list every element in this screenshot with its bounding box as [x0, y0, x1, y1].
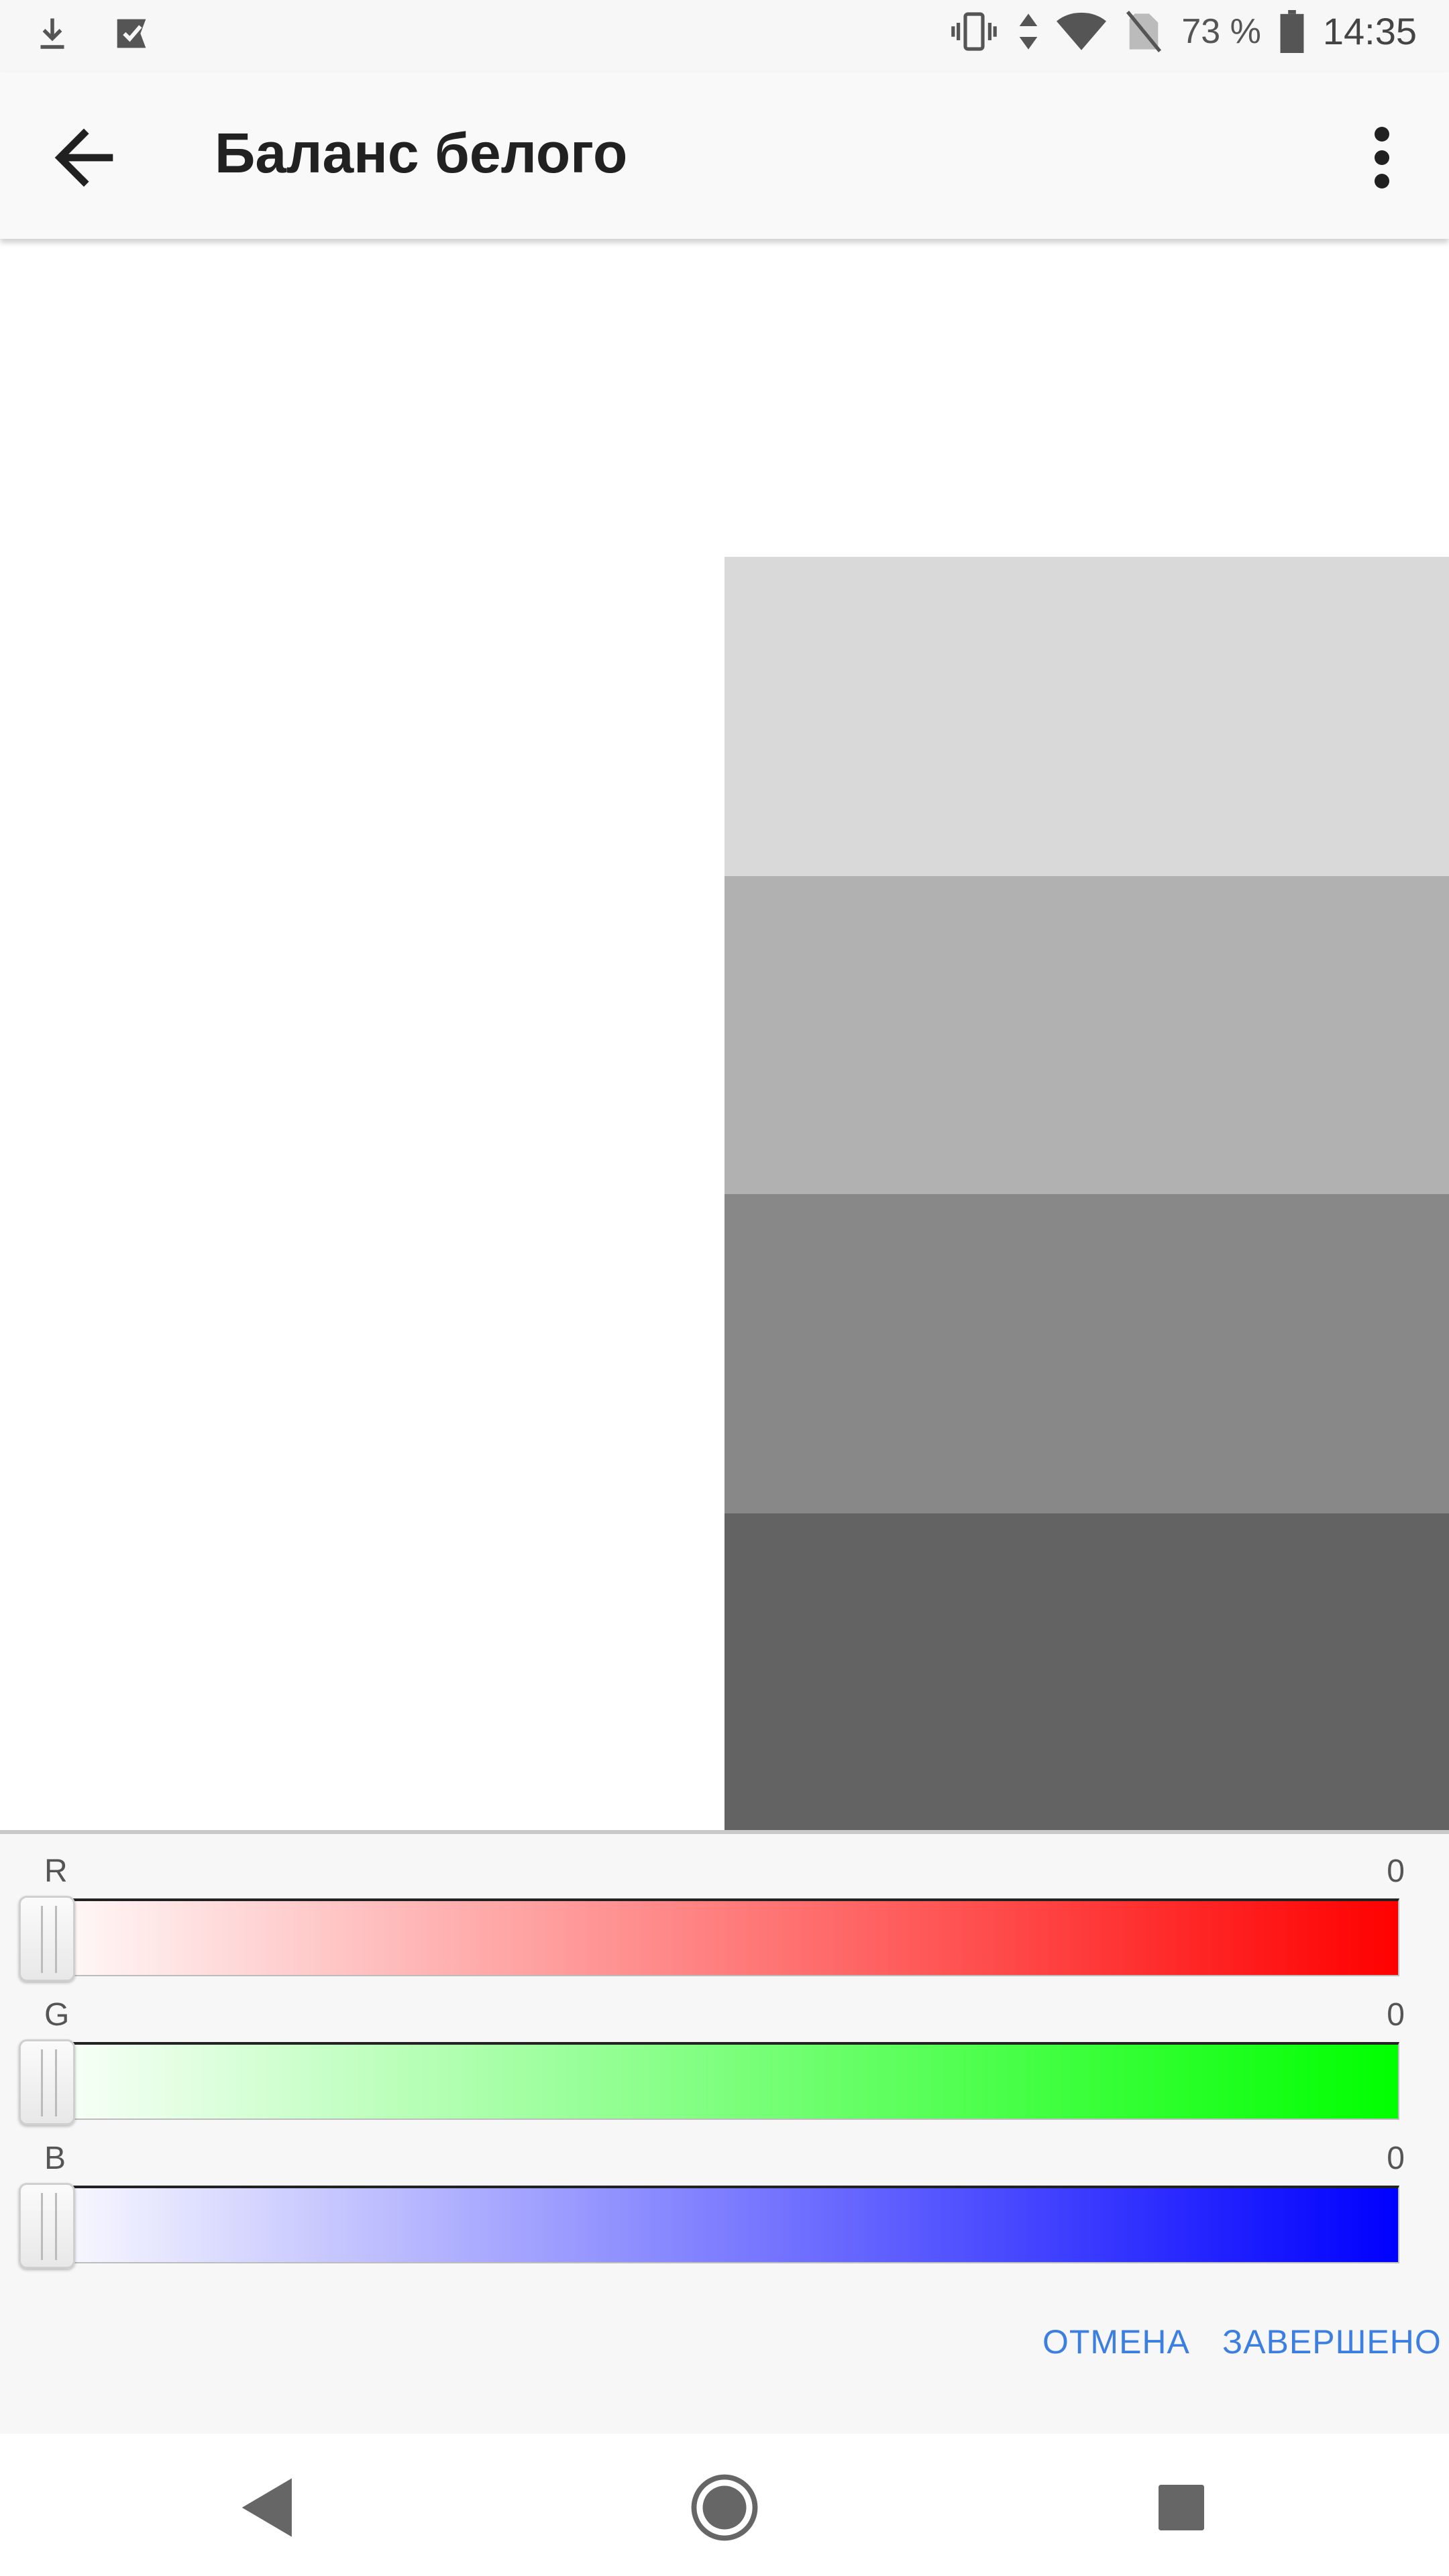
slider-label-b: B	[44, 2141, 66, 2176]
clock: 14:35	[1322, 10, 1417, 52]
data-arrows-icon	[1019, 13, 1038, 50]
wifi-icon	[1057, 12, 1107, 50]
slider-value-g: 0	[1387, 1997, 1405, 2033]
more-vert-icon	[1375, 127, 1389, 189]
done-button[interactable]: ЗАВЕРШЕНО	[1222, 2322, 1442, 2361]
battery-icon	[1280, 9, 1304, 53]
swatch-mid-dark-gray	[724, 1194, 1449, 1513]
swatch-mid-light-gray	[724, 876, 1449, 1194]
slider-thumb-r[interactable]	[19, 1896, 75, 1982]
overflow-menu-button[interactable]	[1342, 114, 1422, 201]
nav-back-icon[interactable]	[238, 2475, 299, 2540]
slider-track-g[interactable]	[25, 2042, 1399, 2120]
inbox-icon	[117, 19, 146, 48]
slider-label-g: G	[44, 1997, 70, 2033]
preview-area	[0, 239, 1449, 1830]
slider-value-r: 0	[1387, 1854, 1405, 1889]
status-bar: 73 % 14:35	[0, 0, 1449, 72]
swatch-light-gray	[724, 557, 1449, 876]
slider-track-r[interactable]	[25, 1898, 1399, 1976]
vibrate-icon	[951, 11, 998, 51]
page-title: Баланс белого	[215, 121, 628, 184]
swatch-dark-gray	[724, 1513, 1449, 1830]
arrow-back-icon	[54, 128, 113, 187]
battery-percent: 73 %	[1181, 11, 1261, 51]
cancel-button[interactable]: ОТМЕНА	[1042, 2322, 1190, 2361]
slider-thumb-g[interactable]	[19, 2039, 75, 2125]
download-icon	[40, 18, 64, 49]
app-bar: Баланс белого	[0, 72, 1449, 239]
slider-label-r: R	[44, 1854, 68, 1889]
no-sim-icon	[1126, 10, 1162, 52]
nav-home-icon[interactable]	[690, 2473, 759, 2542]
back-button[interactable]	[40, 114, 127, 201]
nav-recents-icon[interactable]	[1159, 2485, 1204, 2530]
slider-value-b: 0	[1387, 2141, 1405, 2176]
navigation-bar	[0, 2434, 1449, 2576]
slider-track-b[interactable]	[25, 2186, 1399, 2263]
slider-thumb-b[interactable]	[19, 2183, 75, 2269]
